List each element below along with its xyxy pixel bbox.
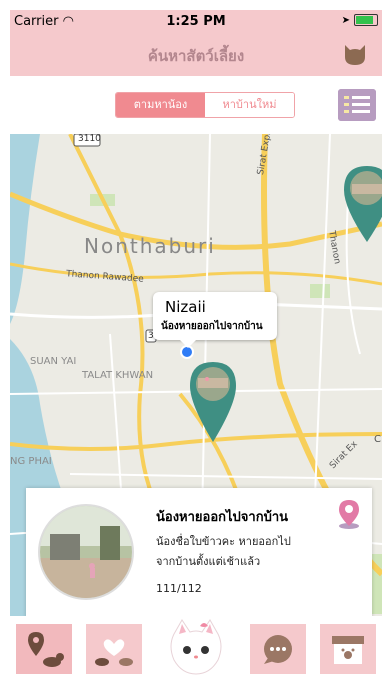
segmented-control: ตามหาน้อง หาบ้านใหม่ [115,92,295,118]
map-label-district: TALAT KHWAN [82,370,154,381]
segment-find-pet[interactable]: ตามหาน้อง [116,93,205,117]
map-callout[interactable]: Nizaii น้องหายออกไปจากบ้าน [153,292,277,348]
pet-shop-icon [320,624,376,674]
nav-bar: ค้นหาสัตว์เลี้ยง [10,32,382,76]
page-title: ค้นหาสัตว์เลี้ยง [147,47,245,65]
chat-bubble-icon [250,624,306,674]
callout-subtitle: น้องหายออกไปจากบ้าน [161,321,263,332]
tab-map-pin-dog[interactable] [16,624,72,674]
map-label-district: SUAN YAI [30,356,77,367]
map-label-road: C [374,434,381,445]
battery-icon [354,14,378,26]
cat-face-icon [170,619,222,675]
map-label-city: Nonthaburi [84,234,216,258]
tab-chat[interactable] [250,624,306,674]
pets-love-icon [86,624,142,674]
tab-cat-home[interactable] [168,616,224,678]
card-headline: น้องหายออกไปจากบ้าน [156,510,289,525]
map-pin-dog-icon [16,624,72,674]
segment-bar: ตามหาน้อง หาบ้านใหม่ [10,76,382,134]
location-arrow-icon: ➤ [341,14,350,26]
status-bar: Carrier ◠ 1:25 PM ➤ [10,10,382,32]
card-description-line: น้องชื่อใบข้าวคะ หายออกไป [156,535,291,548]
card-description-line: จากบ้านตั้งแต่เช้าแล้ว [156,555,261,568]
pet-info-card[interactable]: น้องหายออกไปจากบ้าน น้องชื่อใบข้าวคะ หาย… [26,488,372,618]
pet-photo [38,504,134,600]
card-description: น้องชื่อใบข้าวคะ หายออกไป จากบ้านตั้งแต่… [156,532,336,572]
pet-photo-image [40,506,132,598]
location-pin-icon[interactable] [336,498,362,530]
map-label-route: 3110 [78,134,101,144]
tab-bar [10,616,382,678]
map-label-district: NG PHAI [10,456,52,467]
tab-pets-love[interactable] [86,624,142,674]
card-count: 111/112 [156,582,202,595]
app-screen: Carrier ◠ 1:25 PM ➤ ค้นหาสัตว์เลี้ยง ตาม… [10,10,382,678]
callout-pet-name: Nizaii [165,298,206,316]
segment-find-home[interactable]: หาบ้านใหม่ [205,93,294,117]
cat-head-icon[interactable] [342,41,368,67]
list-view-button[interactable] [338,89,376,121]
status-time: 1:25 PM [166,14,226,29]
tab-pet-shop[interactable] [320,624,376,674]
